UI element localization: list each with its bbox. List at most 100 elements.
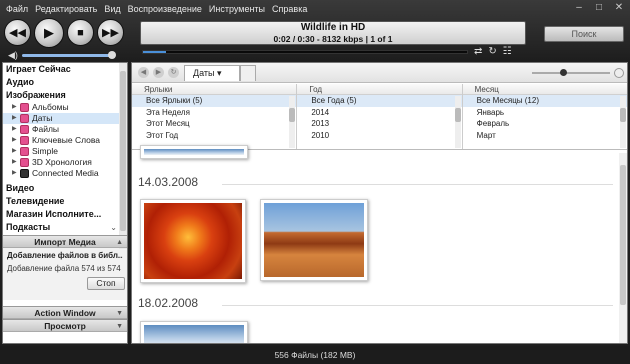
sidebar-subitem-label: Simple xyxy=(32,146,58,156)
filter-row[interactable]: 2010 xyxy=(297,130,461,142)
filter-row[interactable]: 2013 xyxy=(297,118,461,130)
scrollbar-thumb[interactable] xyxy=(120,71,126,231)
now-playing-info: 0:02 / 0:30 - 8132 kbps | 1 of 1 xyxy=(273,34,393,44)
collapse-icon[interactable]: ▲ xyxy=(116,236,123,249)
sidebar-subitem-3d-timeline[interactable]: ▶ 3D Хронология xyxy=(3,157,127,168)
fast-forward-icon: ▶▶ xyxy=(102,27,119,39)
column-header[interactable]: Ярлыки xyxy=(132,84,297,95)
stop-import-button[interactable]: Стоп xyxy=(87,277,125,290)
zoom-reset-icon[interactable] xyxy=(614,68,624,78)
expand-arrow-icon[interactable]: ▶ xyxy=(12,168,17,179)
sidebar-subitem-connected-media[interactable]: ▶ Connected Media xyxy=(3,168,127,179)
filter-row[interactable]: Эта Неделя xyxy=(132,107,296,119)
previous-button[interactable]: ◀◀ xyxy=(4,19,31,46)
tab-label: Даты xyxy=(193,68,215,78)
filter-row[interactable]: 2014 xyxy=(297,107,461,119)
import-media-header[interactable]: Импорт Медиа ▲ xyxy=(3,235,127,248)
maximize-button[interactable]: □ xyxy=(592,2,606,13)
menu-file[interactable]: Файл xyxy=(6,4,28,14)
image-thumbnail[interactable] xyxy=(140,321,248,343)
filter-row[interactable]: Этот Месяц xyxy=(132,118,296,130)
sidebar-item-podcasts[interactable]: Подкасты ⌄ xyxy=(3,221,127,234)
shuffle-icon[interactable]: ⇄ xyxy=(474,46,482,57)
image-thumbnail[interactable] xyxy=(140,145,248,159)
navigation-buttons: ◀ ▶ ↻ xyxy=(138,67,179,78)
filter-row[interactable]: Этот Год xyxy=(132,130,296,142)
repeat-icon[interactable]: ↻ xyxy=(488,46,496,57)
sidebar-scrollbar[interactable] xyxy=(119,63,127,249)
play-button[interactable]: ▶ xyxy=(34,18,64,48)
sidebar-item-artist-store[interactable]: Магазин Исполните... xyxy=(3,208,127,221)
image-thumbnail[interactable] xyxy=(140,199,246,283)
scrollbar-thumb[interactable] xyxy=(454,108,461,122)
search-input[interactable]: Поиск xyxy=(544,26,624,42)
sidebar-item-images[interactable]: Изображения xyxy=(3,89,127,102)
filter-scrollbar[interactable] xyxy=(619,96,626,148)
menu-bar: Файл Редактировать Вид Воспроизведение И… xyxy=(0,0,630,18)
expand-arrow-icon[interactable]: ▶ xyxy=(12,113,17,124)
zoom-knob[interactable] xyxy=(560,69,567,76)
minimize-button[interactable]: – xyxy=(572,2,586,13)
equalizer-icon[interactable]: ☷ xyxy=(503,46,512,57)
menu-tools[interactable]: Инструменты xyxy=(209,4,265,14)
next-button[interactable]: ▶▶ xyxy=(97,19,124,46)
sidebar-subitem-label: Даты xyxy=(32,113,53,123)
forward-button[interactable]: ▶ xyxy=(153,67,164,78)
refresh-icon[interactable]: ↻ xyxy=(168,67,179,78)
action-window-header[interactable]: Action Window ▼ xyxy=(3,306,127,319)
expand-arrow-icon[interactable]: ▶ xyxy=(12,102,17,113)
thumbnail-image xyxy=(144,325,244,343)
image-thumbnail[interactable] xyxy=(260,199,368,281)
filter-column-labels: Ярлыки Все Ярлыки (5) Эта Неделя Этот Ме… xyxy=(132,84,298,149)
tab-dates[interactable]: Даты ▾ xyxy=(184,65,240,81)
speaker-icon[interactable]: ◀) xyxy=(8,50,18,61)
chevron-down-icon[interactable]: ⌄ xyxy=(110,221,117,234)
sidebar-item-label: Изображения xyxy=(6,90,66,100)
seek-bar[interactable] xyxy=(142,50,468,54)
expand-arrow-icon[interactable]: ▶ xyxy=(12,135,17,146)
close-button[interactable]: ✕ xyxy=(612,2,626,13)
expand-arrow-icon[interactable]: ▶ xyxy=(12,157,17,168)
stop-button[interactable]: ■ xyxy=(67,19,94,46)
dropdown-arrow-icon[interactable]: ▾ xyxy=(217,68,222,78)
sidebar-subitem-keywords[interactable]: ▶ Ключевые Слова xyxy=(3,135,127,146)
filter-row[interactable]: Март xyxy=(463,130,627,142)
rewind-icon: ◀◀ xyxy=(9,27,26,39)
preview-header[interactable]: Просмотр ▼ xyxy=(3,319,127,332)
menu-help[interactable]: Справка xyxy=(272,4,307,14)
expand-icon[interactable]: ▼ xyxy=(116,320,123,333)
image-gallery: 14.03.2008 18.02.2008 xyxy=(132,145,627,343)
scrollbar-thumb[interactable] xyxy=(289,108,296,122)
tab-new[interactable] xyxy=(240,65,256,81)
gallery-scrollbar[interactable] xyxy=(619,153,627,343)
expand-arrow-icon[interactable]: ▶ xyxy=(12,124,17,135)
scrollbar-thumb[interactable] xyxy=(619,108,626,122)
sidebar-item-audio[interactable]: Аудио xyxy=(3,76,127,89)
sidebar-subitem-simple[interactable]: ▶ Simple xyxy=(3,146,127,157)
filter-row[interactable]: Февраль xyxy=(463,118,627,130)
filter-row[interactable]: Все Месяцы (12) xyxy=(462,95,627,107)
menu-edit[interactable]: Редактировать xyxy=(35,4,97,14)
scrollbar-thumb[interactable] xyxy=(620,165,626,305)
volume-slider[interactable] xyxy=(21,50,116,59)
filter-scrollbar[interactable] xyxy=(454,96,461,148)
expand-arrow-icon[interactable]: ▶ xyxy=(12,146,17,157)
back-button[interactable]: ◀ xyxy=(138,67,149,78)
menu-playback[interactable]: Воспроизведение xyxy=(128,4,202,14)
column-header[interactable]: Год xyxy=(297,84,462,95)
sidebar-item-tv[interactable]: Телевидение xyxy=(3,195,127,208)
sidebar-subitem-albums[interactable]: ▶ Альбомы xyxy=(3,102,127,113)
sidebar-subitem-dates[interactable]: ▶ Даты xyxy=(3,113,127,124)
filter-row[interactable]: Январь xyxy=(463,107,627,119)
filter-scrollbar[interactable] xyxy=(289,96,296,148)
filter-row[interactable]: Все Года (5) xyxy=(297,95,462,107)
timeline-icon xyxy=(20,158,29,167)
zoom-slider[interactable] xyxy=(532,69,610,76)
sidebar-item-now-playing[interactable]: Играет Сейчас xyxy=(3,63,127,76)
column-header[interactable]: Месяц xyxy=(462,84,627,95)
sidebar-item-video[interactable]: Видео xyxy=(3,182,127,195)
menu-view[interactable]: Вид xyxy=(104,4,120,14)
volume-knob[interactable] xyxy=(108,50,116,59)
sidebar-subitem-files[interactable]: ▶ Файлы xyxy=(3,124,127,135)
filter-row[interactable]: Все Ярлыки (5) xyxy=(132,95,297,107)
